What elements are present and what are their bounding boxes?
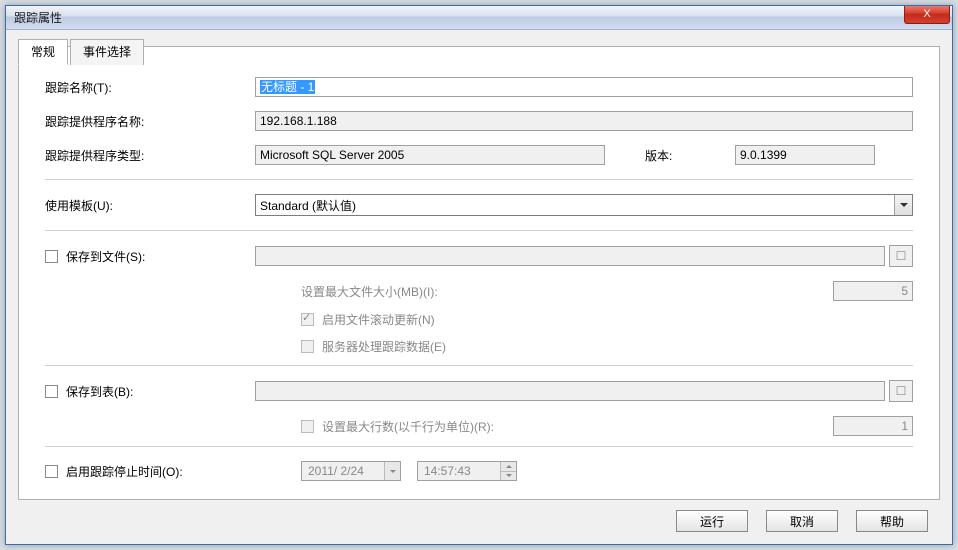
server-process-label: 服务器处理跟踪数据(E) bbox=[322, 338, 446, 355]
cancel-button[interactable]: 取消 bbox=[766, 510, 838, 532]
stop-time-checkbox[interactable] bbox=[45, 465, 58, 478]
save-table-field bbox=[255, 381, 885, 401]
template-value: Standard (默认值) bbox=[260, 197, 356, 214]
spinner-icon bbox=[500, 462, 516, 480]
dialog-body: 跟踪名称(T): 无标题 - 1 跟踪提供程序名称: 192.168.1.188… bbox=[18, 46, 940, 500]
provider-type-label: 跟踪提供程序类型: bbox=[45, 147, 255, 164]
server-process-checkbox bbox=[301, 340, 314, 353]
enable-rollover-checkbox bbox=[301, 313, 314, 326]
max-rows-label: 设置最大行数(以千行为单位)(R): bbox=[322, 418, 833, 435]
tab-general[interactable]: 常规 bbox=[18, 39, 68, 65]
stop-time-picker: 14:57:43 bbox=[417, 461, 517, 481]
run-button[interactable]: 运行 bbox=[676, 510, 748, 532]
provider-name-value: 192.168.1.188 bbox=[260, 114, 337, 128]
max-rows-field: 1 bbox=[833, 416, 913, 436]
button-bar: 运行 取消 帮助 bbox=[676, 510, 928, 532]
trace-properties-dialog: 跟踪属性 X 常规 事件选择 跟踪名称(T): 无标题 - 1 跟踪提供程序名称… bbox=[5, 5, 953, 545]
stop-date-value: 2011/ 2/24 bbox=[308, 464, 364, 478]
provider-type-value: Microsoft SQL Server 2005 bbox=[260, 148, 404, 162]
max-file-size-label: 设置最大文件大小(MB)(I): bbox=[301, 283, 833, 300]
version-value: 9.0.1399 bbox=[740, 148, 787, 162]
enable-rollover-label: 启用文件滚动更新(N) bbox=[322, 311, 435, 328]
divider bbox=[45, 365, 913, 366]
provider-type-field: Microsoft SQL Server 2005 bbox=[255, 145, 605, 165]
divider bbox=[45, 446, 913, 447]
titlebar[interactable]: 跟踪属性 X bbox=[6, 6, 952, 30]
stop-date-picker: 2011/ 2/24 bbox=[301, 461, 401, 481]
trace-name-value: 无标题 - 1 bbox=[260, 80, 315, 94]
version-label: 版本: bbox=[645, 147, 715, 164]
save-file-label: 保存到文件(S): bbox=[66, 248, 145, 265]
version-field: 9.0.1399 bbox=[735, 145, 875, 165]
browse-table-button[interactable]: ☐ bbox=[889, 380, 913, 402]
provider-name-field: 192.168.1.188 bbox=[255, 111, 913, 131]
provider-name-label: 跟踪提供程序名称: bbox=[45, 113, 255, 130]
stop-time-value: 14:57:43 bbox=[424, 464, 471, 478]
save-file-checkbox[interactable] bbox=[45, 250, 58, 263]
browse-file-button[interactable]: ☐ bbox=[889, 245, 913, 267]
divider bbox=[45, 230, 913, 231]
tab-event-select[interactable]: 事件选择 bbox=[70, 39, 144, 65]
save-file-path-field bbox=[255, 246, 885, 266]
save-table-label: 保存到表(B): bbox=[66, 383, 133, 400]
close-button[interactable]: X bbox=[904, 6, 950, 24]
divider bbox=[45, 179, 913, 180]
template-combo[interactable]: Standard (默认值) bbox=[255, 194, 913, 216]
max-file-size-field: 5 bbox=[833, 281, 913, 301]
help-button[interactable]: 帮助 bbox=[856, 510, 928, 532]
stop-time-label: 启用跟踪停止时间(O): bbox=[66, 463, 183, 480]
template-label: 使用模板(U): bbox=[45, 197, 255, 214]
chevron-down-icon bbox=[384, 462, 400, 480]
chevron-down-icon bbox=[894, 195, 912, 215]
max-rows-checkbox bbox=[301, 420, 314, 433]
trace-name-label: 跟踪名称(T): bbox=[45, 79, 255, 96]
window-title: 跟踪属性 bbox=[14, 9, 62, 26]
trace-name-input[interactable]: 无标题 - 1 bbox=[255, 77, 913, 97]
tab-strip: 常规 事件选择 bbox=[18, 38, 146, 64]
save-table-checkbox[interactable] bbox=[45, 385, 58, 398]
